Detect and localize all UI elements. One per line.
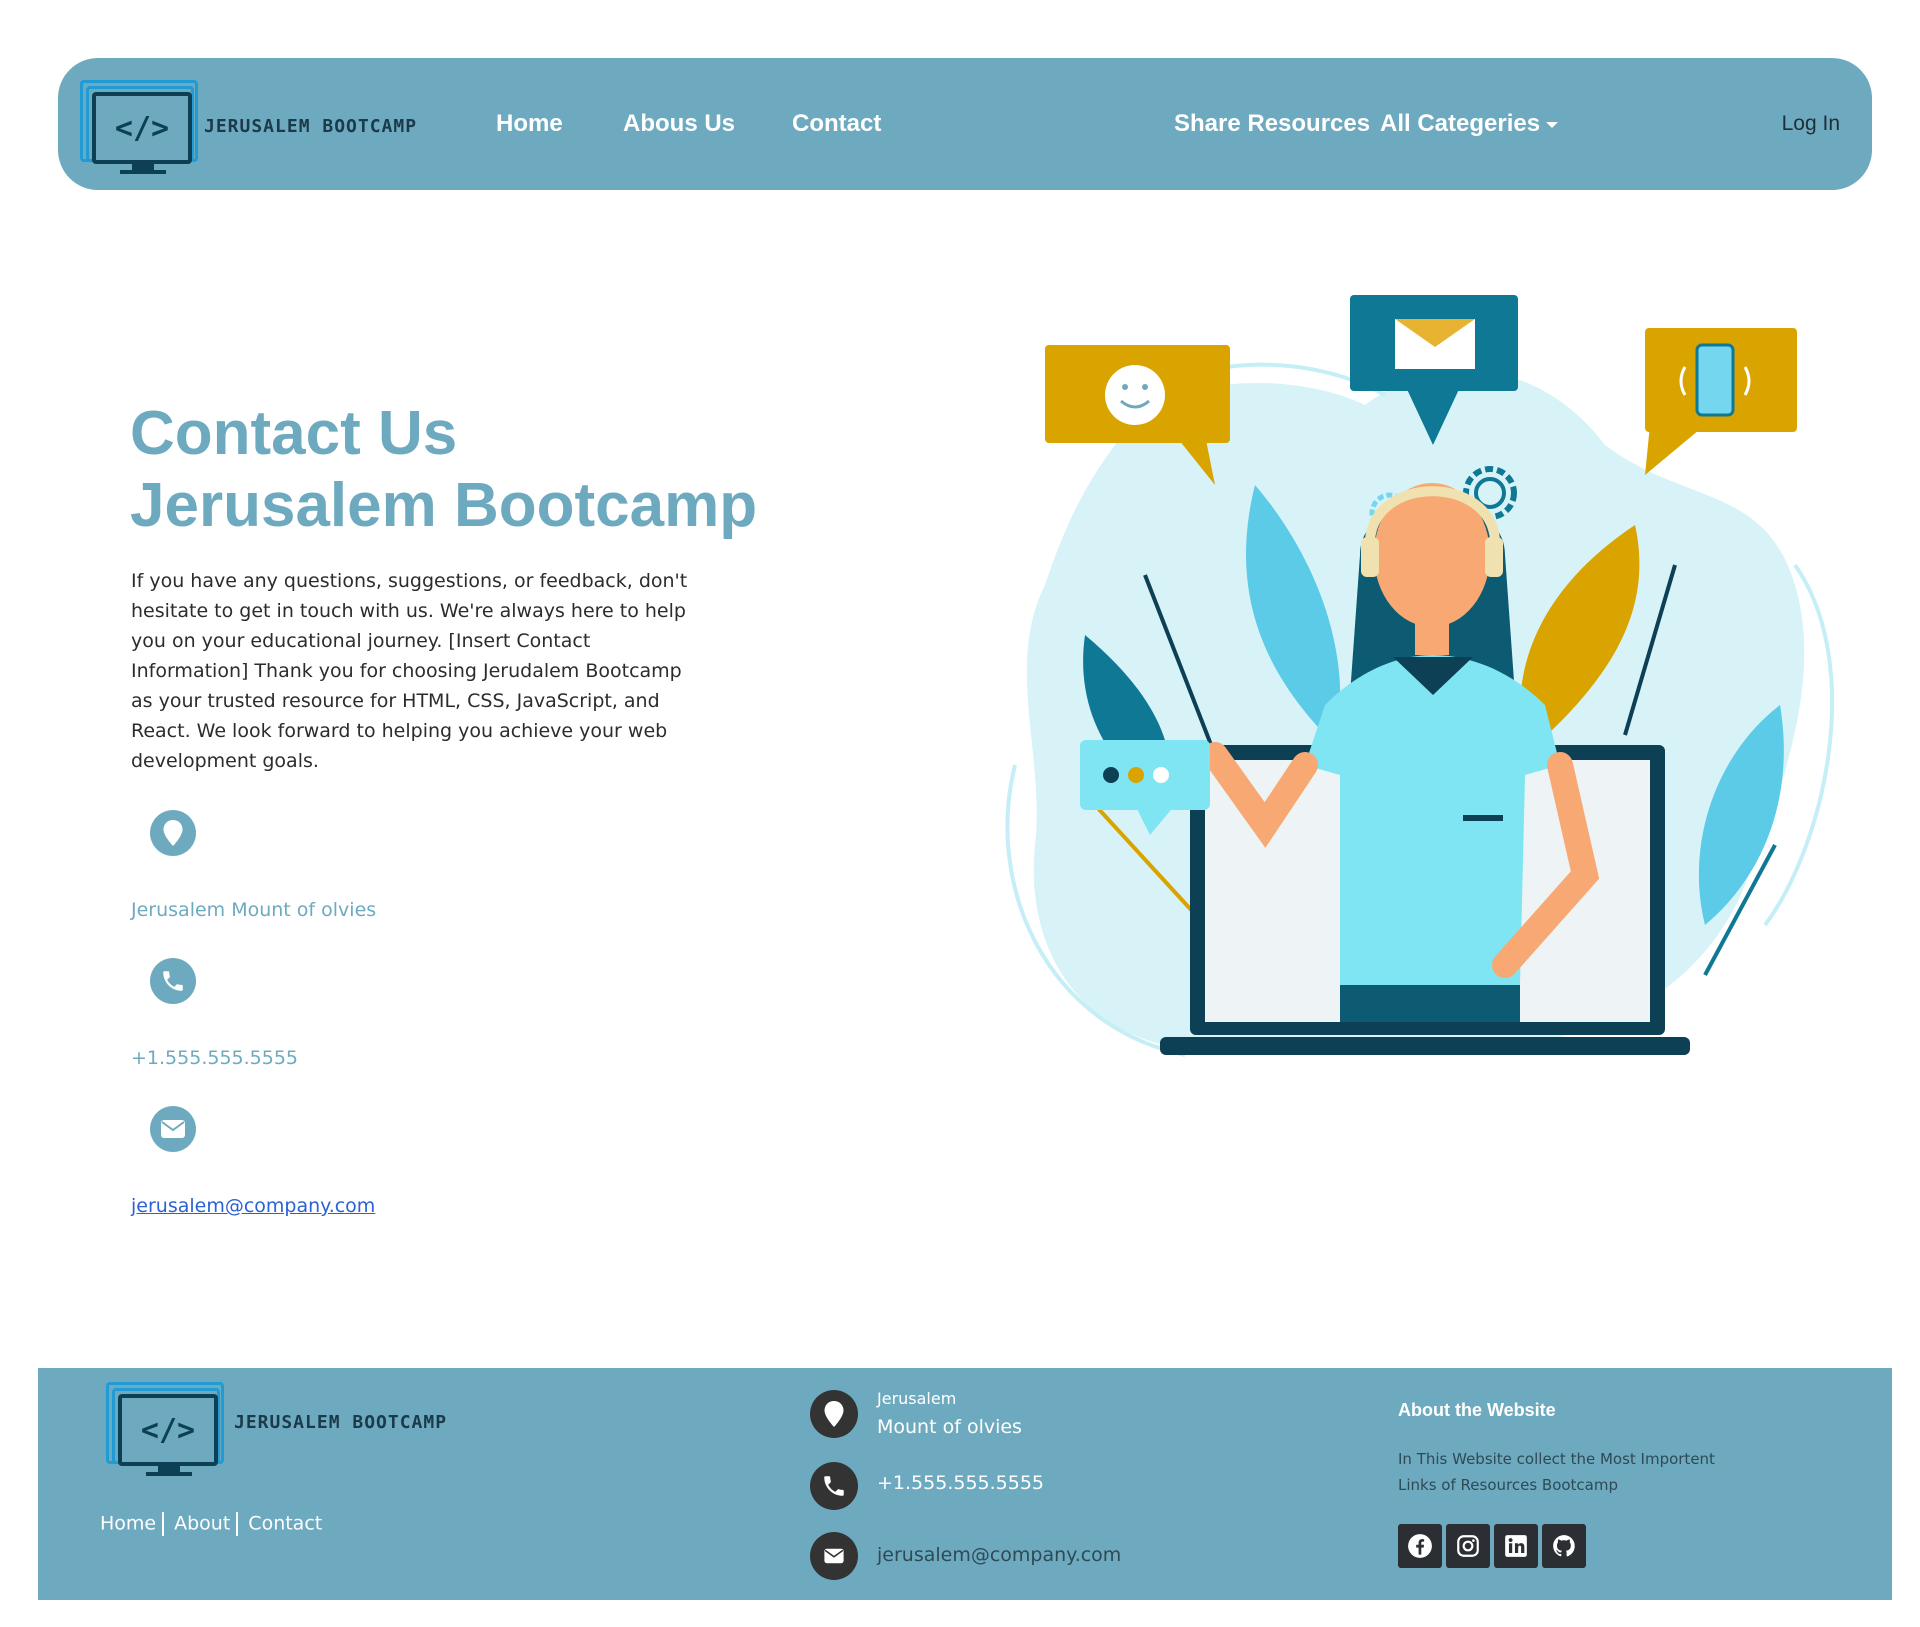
github-icon[interactable]: [1542, 1524, 1586, 1568]
nav-categories-label: All Categeries: [1380, 110, 1541, 137]
footer-brand-name: JERUSALEM BOOTCAMP: [234, 1412, 448, 1433]
nav-home[interactable]: Home: [496, 110, 563, 138]
linkedin-icon[interactable]: [1494, 1524, 1538, 1568]
location-pin-icon: [810, 1390, 858, 1438]
facebook-icon[interactable]: [1398, 1524, 1442, 1568]
footer: </> JERUSALEM BOOTCAMP Home About Contact …: [38, 1368, 1892, 1600]
customer-support-illustration: [1005, 295, 1835, 1057]
caret-down-icon: [1546, 121, 1559, 128]
envelope-icon: [810, 1532, 858, 1580]
footer-brand-logo[interactable]: </> JERUSALEM BOOTCAMP: [106, 1382, 486, 1476]
login-link[interactable]: Log In: [1782, 112, 1840, 136]
contact-description: If you have any questions, suggestions, …: [131, 570, 688, 772]
instagram-icon[interactable]: [1446, 1524, 1490, 1568]
brand-name: JERUSALEM BOOTCAMP: [204, 116, 418, 137]
contact-phone: +1.555.555.5555: [131, 1047, 299, 1069]
brand-logo[interactable]: </> JERUSALEM BOOTCAMP: [80, 80, 460, 174]
nav-about[interactable]: Abous Us: [623, 110, 735, 138]
footer-address-city: Jerusalem: [877, 1389, 957, 1408]
nav-contact[interactable]: Contact: [792, 110, 881, 138]
footer-about-title: About the Website: [1398, 1400, 1556, 1420]
footer-email[interactable]: jerusalem@company.com: [877, 1544, 1121, 1566]
footer-address-place: Mount of olvies: [877, 1416, 1022, 1438]
footer-phone: +1.555.555.5555: [877, 1472, 1045, 1494]
page-title: Contact Us Jerusalem Bootcamp: [130, 399, 758, 540]
footer-nav: Home About Contact: [100, 1512, 322, 1536]
contact-address: Jerusalem Mount of olvies: [131, 899, 377, 921]
phone-icon: [810, 1462, 858, 1510]
location-pin-icon: [150, 810, 196, 856]
contact-email-wrapper: jerusalem@company.com: [131, 1195, 375, 1217]
envelope-icon: [150, 1106, 196, 1152]
footer-link-contact[interactable]: Contact: [248, 1513, 322, 1535]
footer-link-about[interactable]: About: [174, 1513, 230, 1535]
phone-icon: [150, 958, 196, 1004]
monitor-code-icon: </>: [118, 1394, 218, 1466]
footer-link-home[interactable]: Home: [100, 1513, 156, 1535]
footer-about-text: In This Website collect the Most Importe…: [1398, 1450, 1715, 1494]
nav-share-resources[interactable]: Share Resources: [1174, 110, 1370, 138]
social-links: [1398, 1524, 1586, 1568]
monitor-code-icon: </>: [92, 92, 192, 164]
nav-categories-dropdown[interactable]: All Categeries: [1380, 110, 1559, 138]
navbar: </> JERUSALEM BOOTCAMP Home Abous Us Con…: [58, 58, 1872, 190]
contact-email-link[interactable]: jerusalem@company.com: [131, 1195, 375, 1217]
